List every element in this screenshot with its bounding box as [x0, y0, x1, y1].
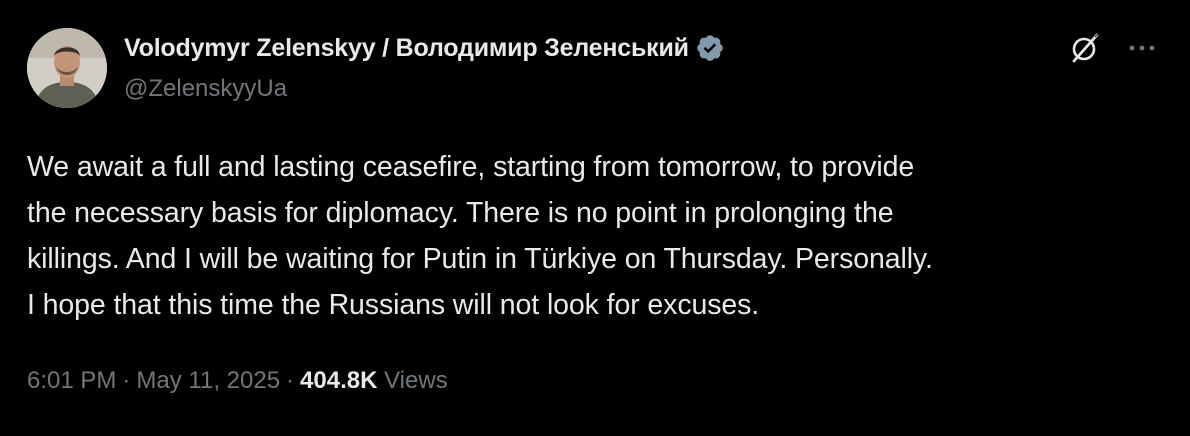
meta-separator: · — [122, 367, 131, 394]
tweet-text-line: the necessary basis for diplomacy. There… — [27, 197, 894, 229]
author-handle[interactable]: @ZelenskyyUa — [124, 75, 287, 103]
views-label: Views — [384, 367, 448, 394]
views-count[interactable]: 404.8K — [300, 367, 377, 394]
tweet-time[interactable]: 6:01 PM — [27, 367, 116, 394]
tweet-meta: 6:01 PM · May 11, 2025 · 404.8K Views — [27, 367, 448, 395]
avatar[interactable] — [27, 28, 107, 108]
tweet-date[interactable]: May 11, 2025 — [136, 367, 280, 394]
tweet-text: We await a full and lasting ceasefire, s… — [27, 144, 1167, 328]
author-display-name[interactable]: Volodymyr Zelenskyy / Володимир Зеленськ… — [124, 34, 689, 63]
tweet-text-line: I hope that this time the Russians will … — [27, 289, 760, 321]
avatar-image — [27, 28, 107, 108]
tweet-card: Volodymyr Zelenskyy / Володимир Зеленськ… — [0, 0, 1190, 436]
verified-badge-icon[interactable] — [695, 33, 725, 63]
grok-icon[interactable] — [1067, 30, 1103, 66]
author-name-row[interactable]: Volodymyr Zelenskyy / Володимир Зеленськ… — [124, 33, 725, 63]
tweet-text-line: We await a full and lasting ceasefire, s… — [27, 151, 915, 183]
tweet-text-line: killings. And I will be waiting for Puti… — [27, 243, 933, 275]
more-horizontal-icon[interactable] — [1125, 36, 1159, 60]
meta-separator: · — [286, 367, 295, 394]
